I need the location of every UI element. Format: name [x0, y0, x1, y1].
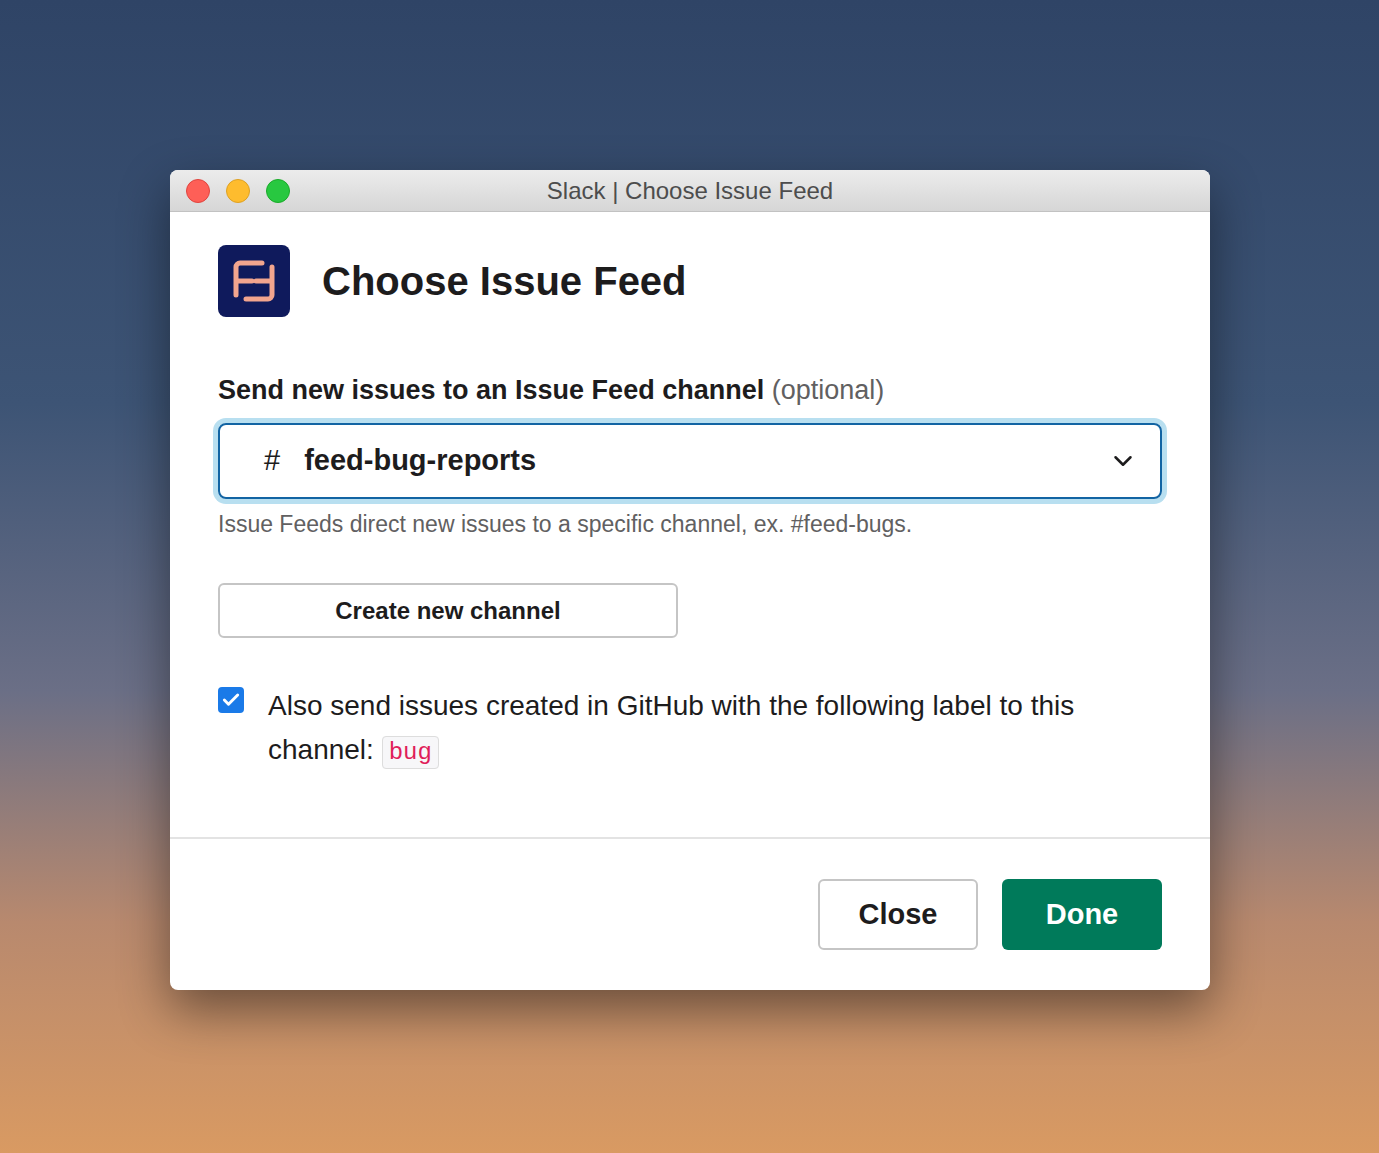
- field-label: Send new issues to an Issue Feed channel…: [218, 373, 1162, 407]
- dialog-body: Choose Issue Feed Send new issues to an I…: [170, 212, 1210, 837]
- checkbox-label: Also send issues created in GitHub with …: [268, 684, 1162, 775]
- channel-select[interactable]: # feed-bug-reports: [218, 423, 1162, 499]
- channel-hash: #: [264, 439, 280, 483]
- chevron-down-icon: [1108, 446, 1138, 476]
- desktop: Slack | Choose Issue FeedChoose Issue Fe…: [0, 0, 1379, 1153]
- done-button[interactable]: Done: [1002, 879, 1162, 950]
- channel-value: feed-bug-reports: [304, 439, 1108, 483]
- checkbox[interactable]: [218, 687, 244, 713]
- create-channel-button[interactable]: Create new channel: [218, 583, 678, 638]
- window-title: Slack | Choose Issue Feed: [547, 173, 833, 209]
- check-icon: [221, 690, 241, 710]
- dialog-title: Choose Issue Feed: [322, 251, 687, 311]
- title-bar: Slack | Choose Issue Feed: [170, 170, 1210, 212]
- dialog-footer: Close Done: [170, 837, 1210, 990]
- minimize-window-button[interactable]: [226, 179, 250, 203]
- optional-hint: (optional): [772, 375, 885, 405]
- dialog-header: Choose Issue Feed: [218, 245, 1162, 317]
- app-logo-icon: [218, 245, 290, 317]
- help-text: Issue Feeds direct new issues to a speci…: [218, 509, 1162, 539]
- close-window-button[interactable]: [186, 179, 210, 203]
- close-button[interactable]: Close: [818, 879, 978, 950]
- zoom-window-button[interactable]: [266, 179, 290, 203]
- dialog-window: Slack | Choose Issue FeedChoose Issue Fe…: [170, 170, 1210, 990]
- label-tag: bug: [382, 736, 439, 769]
- label-checkbox-row: Also send issues created in GitHub with …: [218, 684, 1162, 775]
